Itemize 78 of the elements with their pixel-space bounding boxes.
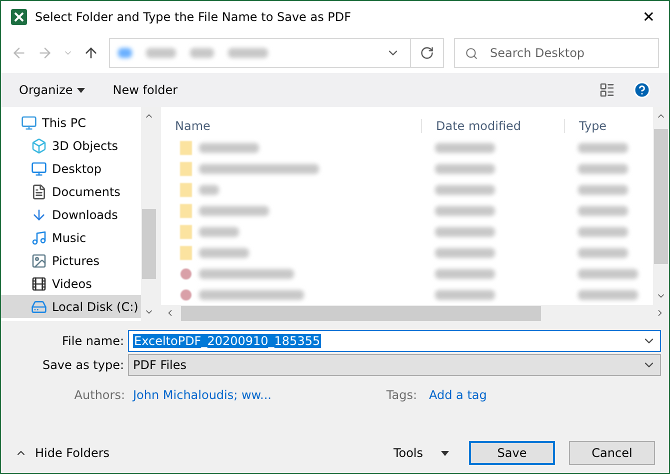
authors-link[interactable]: John Michaloudis; ww... [133, 388, 373, 402]
help-icon[interactable] [633, 81, 651, 99]
blurred-text [146, 48, 176, 58]
nav-item[interactable]: Documents [1, 180, 141, 203]
folder-icon [179, 202, 193, 218]
blurred-text [578, 164, 628, 174]
hide-folders-button[interactable]: Hide Folders [15, 446, 110, 460]
pictures-icon [31, 252, 47, 268]
blurred-text [199, 142, 259, 152]
folder-icon [179, 224, 193, 240]
file-type-dropdown[interactable]: PDF Files [128, 354, 661, 376]
blurred-text [578, 142, 628, 152]
view-options-icon[interactable] [599, 82, 615, 98]
blurred-text [435, 248, 495, 258]
organize-menu[interactable]: Organize [19, 83, 85, 97]
blurred-text [199, 206, 269, 216]
column-header[interactable]: Name [161, 119, 421, 133]
search-icon [465, 46, 478, 60]
nav-item[interactable]: Local Disk (C:) [1, 295, 141, 318]
blurred-text [118, 48, 132, 58]
folder-icon [179, 160, 193, 176]
field-label: Save as type: [41, 358, 124, 372]
blurred-text [190, 48, 214, 58]
forward-arrow-icon[interactable] [37, 45, 53, 61]
nav-item[interactable]: Desktop [1, 157, 141, 180]
blurred-text [578, 184, 628, 194]
pdf-file-icon [179, 286, 193, 302]
blurred-text [578, 268, 638, 278]
caret-icon [441, 450, 449, 456]
new-folder-button[interactable]: New folder [112, 83, 178, 97]
field-label: File name: [61, 334, 124, 348]
pc-icon [21, 114, 37, 130]
scrollbar[interactable] [161, 305, 669, 321]
blurred-text [435, 164, 495, 174]
nav-item[interactable]: Downloads [1, 203, 141, 226]
pdf-file-icon [179, 266, 193, 282]
save-button[interactable]: Save [469, 441, 555, 465]
videos-icon [31, 276, 47, 292]
nav-item[interactable]: Videos [1, 272, 141, 295]
search-field[interactable]: Search Desktop [454, 38, 659, 68]
nav-item[interactable]: Pictures [1, 249, 141, 272]
blurred-text [578, 248, 628, 258]
blurred-text [199, 226, 239, 236]
blurred-text [435, 184, 495, 194]
spreadsheet-app-icon [11, 9, 27, 25]
blurred-text [199, 248, 249, 258]
blurred-text [435, 268, 495, 278]
blurred-text [228, 48, 268, 58]
blurred-text [435, 206, 495, 216]
folder-icon [179, 140, 193, 156]
nav-item[interactable]: This PC [1, 111, 141, 134]
blurred-text [435, 290, 495, 300]
nav-item[interactable]: Music [1, 226, 141, 249]
blurred-text [199, 184, 219, 194]
close-button[interactable]: ✕ [638, 8, 659, 26]
blurred-text [578, 206, 628, 216]
column-header[interactable]: Date modified [421, 119, 564, 133]
blurred-text [435, 142, 495, 152]
tools-menu[interactable]: Tools [393, 446, 449, 460]
add-tag-link[interactable]: Add a tag [429, 388, 487, 402]
blurred-text [578, 290, 638, 300]
nav-item[interactable]: 3D Objects [1, 134, 141, 157]
refresh-icon[interactable] [420, 46, 434, 60]
music-icon [31, 230, 47, 246]
folder-icon [179, 244, 193, 260]
blurred-text [578, 226, 628, 236]
field-label: Tags: [385, 388, 417, 402]
cube-icon [31, 138, 47, 154]
documents-icon [31, 184, 47, 200]
cancel-button[interactable]: Cancel [569, 441, 655, 465]
folder-icon [179, 182, 193, 198]
desktop-icon [31, 160, 47, 176]
window-title: Select Folder and Type the File Name to Save as PDF [35, 10, 352, 24]
field-label: Authors: [73, 388, 125, 402]
downloads-icon [31, 206, 47, 222]
caret-icon [76, 88, 85, 92]
file-name-field[interactable]: ExceltoPDF_20200910_185355 [128, 330, 661, 352]
blurred-text [435, 226, 495, 236]
